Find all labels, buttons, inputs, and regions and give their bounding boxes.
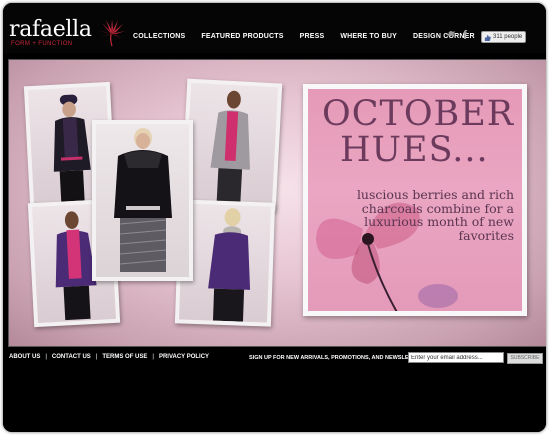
nav-item-press[interactable]: PRESS [300, 33, 325, 40]
promo-artwork: OCTOBER HUES... luscious berries and ric… [308, 89, 522, 311]
model-photo [180, 78, 283, 212]
footer-separator: | [45, 354, 47, 360]
site-footer: ABOUT US | CONTACT US | TERMS OF USE | P… [3, 349, 546, 432]
model-figure [114, 128, 172, 272]
newsletter-email-input[interactable] [408, 352, 504, 363]
flower-logo-icon [98, 19, 125, 47]
footer-link-privacy-policy[interactable]: PRIVACY POLICY [159, 354, 209, 360]
hero-banner[interactable]: OCTOBER HUES... luscious berries and ric… [8, 59, 546, 347]
facebook-like-button[interactable]: 311 people [481, 31, 526, 43]
model-figure [210, 90, 251, 205]
facebook-icon[interactable]: f [463, 28, 467, 42]
brand-tagline: FORM + FUNCTION [11, 41, 73, 47]
promo-title-line2: HUES... [340, 130, 489, 170]
thumbs-up-icon [484, 34, 491, 41]
footer-link-terms-of-use[interactable]: TERMS OF USE [102, 354, 147, 360]
footer-link-about-us[interactable]: ABOUT US [9, 354, 40, 360]
brand-logo[interactable]: rafaella FORM + FUNCTION [9, 17, 92, 48]
brand-name: rafaella [9, 17, 92, 42]
footer-links: ABOUT US | CONTACT US | TERMS OF USE | P… [9, 354, 209, 360]
footer-separator: | [152, 354, 154, 360]
like-count: 311 people [493, 34, 523, 40]
site-header: rafaella FORM + FUNCTION COLLECTIONS FEA… [3, 3, 546, 53]
main-nav: COLLECTIONS FEATURED PRODUCTS PRESS WHER… [133, 33, 491, 40]
footer-separator: | [95, 354, 98, 360]
nav-item-collections[interactable]: COLLECTIONS [133, 33, 185, 40]
nav-item-where-to-buy[interactable]: WHERE TO BUY [340, 33, 397, 40]
footer-link-contact-us[interactable]: CONTACT US [52, 354, 91, 360]
subscribe-button[interactable]: SUBSCRIBE [507, 353, 543, 364]
model-photo-featured [92, 120, 193, 281]
promo-title-line1: OCTOBER [322, 94, 515, 134]
promo-card[interactable]: OCTOBER HUES... luscious berries and ric… [303, 84, 527, 316]
promo-description: luscious berries and rich charcoals comb… [356, 187, 514, 243]
nav-item-featured-products[interactable]: FEATURED PRODUCTS [201, 33, 283, 40]
website-frame: rafaella FORM + FUNCTION COLLECTIONS FEA… [3, 3, 546, 432]
newsletter-signup-label: SIGN UP FOR NEW ARRIVALS, PROMOTIONS, AN… [249, 355, 423, 361]
twitter-icon[interactable] [444, 30, 456, 40]
